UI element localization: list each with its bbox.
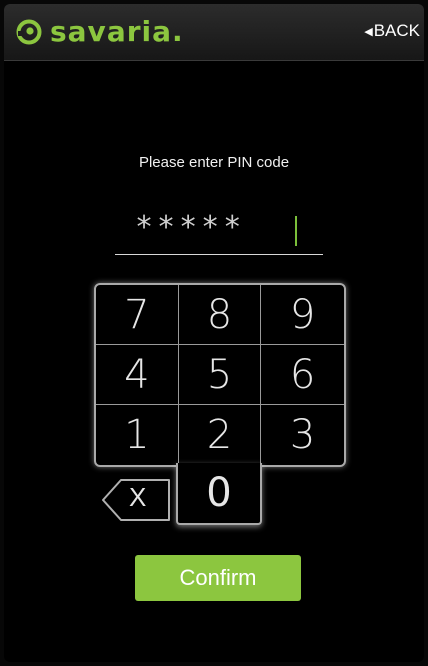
key-4[interactable]: 4 (96, 345, 179, 405)
key-0[interactable]: 0 (176, 463, 262, 525)
back-label: BACK (373, 21, 420, 40)
key-5[interactable]: 5 (178, 345, 262, 405)
key-9[interactable]: 9 (261, 285, 344, 345)
back-button[interactable]: ◀ BACK (364, 21, 420, 41)
key-3[interactable]: 3 (261, 405, 344, 465)
app-header: savaria. ◀ BACK (4, 4, 424, 61)
pin-entry-screen: savaria. ◀ BACK Please enter PIN code **… (4, 4, 424, 662)
key-6[interactable]: 6 (261, 345, 344, 405)
key-2[interactable]: 2 (179, 405, 262, 465)
confirm-button[interactable]: Confirm (135, 555, 301, 601)
savaria-logo-icon (16, 19, 42, 45)
pin-value: ***** (135, 210, 246, 245)
brand-logo: savaria. (16, 16, 184, 48)
back-arrow-icon: ◀ (364, 25, 373, 38)
backspace-button[interactable]: X (101, 478, 171, 522)
key-1[interactable]: 1 (96, 405, 179, 465)
pin-input[interactable]: ***** (115, 204, 323, 255)
text-caret (295, 216, 297, 246)
key-7[interactable]: 7 (96, 285, 179, 345)
brand-name: savaria. (50, 15, 184, 48)
key-8[interactable]: 8 (178, 285, 262, 345)
pin-prompt: Please enter PIN code (138, 154, 290, 171)
backspace-label: X (129, 482, 147, 512)
numeric-keypad: 7 8 9 4 5 6 1 2 3 (94, 283, 346, 467)
